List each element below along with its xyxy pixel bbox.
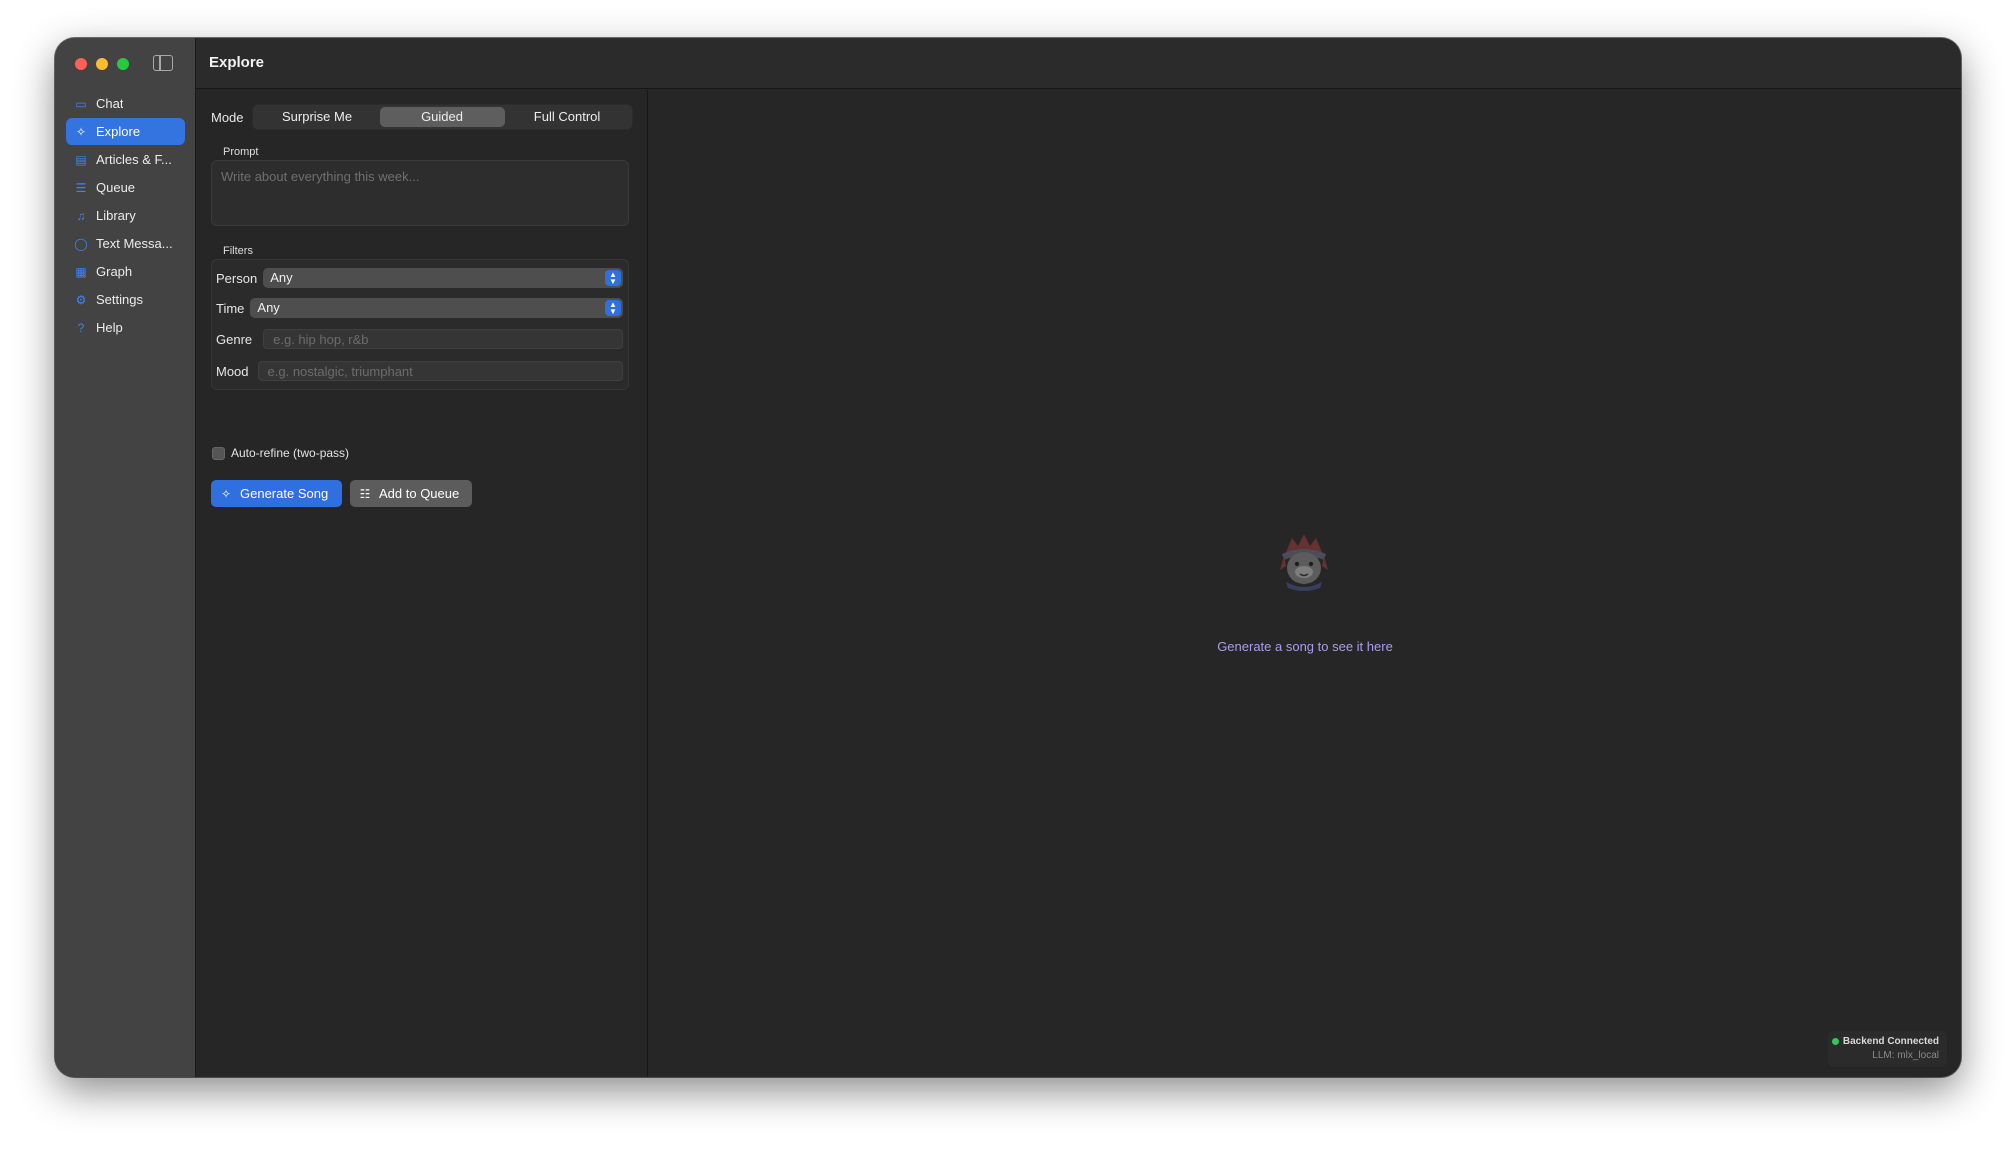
song-detail-area: Generate a song to see it here Backend C… [649,90,1961,1077]
sidebar-item-label: Explore [96,124,141,139]
list-icon: ☰ [75,180,87,195]
sidebar-item-explore[interactable]: ✧ Explore [66,118,185,145]
sidebar-item-label: Help [96,320,123,335]
genre-filter-row: Genre [216,329,623,349]
sidebar-item-label: Settings [96,292,143,307]
mode-segmented-control: Surprise Me Guided Full Control [251,104,633,130]
sidebar-item-label: Graph [96,264,133,279]
time-select-value: Any [257,300,280,315]
title-bar: Explore [196,38,1961,89]
sidebar-item-library[interactable]: ♫ Library [66,202,185,229]
sidebar-item-chat[interactable]: ▭ Chat [66,90,185,117]
mood-field [257,361,623,381]
question-circle-icon: ? [77,320,85,335]
prompt-box [211,160,629,226]
auto-refine-checkbox[interactable] [212,446,225,460]
person-select-value: Any [270,270,293,285]
mascot-illustration-icon [1280,534,1328,591]
mode-option-surprise-me[interactable]: Surprise Me [255,107,380,127]
mode-option-guided[interactable]: Guided [379,107,505,127]
time-label: Time [216,300,245,316]
generate-song-button[interactable]: ✧ Generate Song [211,480,342,507]
sparkles-wand-icon: ✧ [75,124,87,139]
status-dot-icon [1831,1038,1839,1045]
person-filter-row: Person Any ▲ ▼ [216,268,623,288]
sidebar-toggle-icon[interactable] [153,55,173,71]
filters-box: Person Any ▲ ▼ Time Any ▲ ▼ Genre e.g. h… [211,259,629,390]
empty-state-message: Generate a song to see it here [1217,639,1393,654]
music-notes-icon: ♫ [76,208,86,223]
sidebar-item-text-messages[interactable]: ◯ Text Messa... [66,230,185,257]
sidebar-item-label: Queue [96,180,136,195]
sidebar: ▭ Chat ✧ Explore ▤ Articles & F... ☰ Que… [55,38,196,1077]
auto-refine-label: Auto-refine (two-pass) [231,446,350,460]
person-label: Person [216,270,258,286]
sidebar-item-label: Library [96,208,136,223]
filters-section-label: Filters [223,245,253,257]
page-title: Explore [209,54,265,71]
time-select[interactable]: Any ▲ ▼ [250,298,623,318]
mood-input[interactable] [258,362,622,380]
gear-icon: ⚙ [75,292,87,307]
sidebar-item-help[interactable]: ? Help [66,314,185,341]
genre-label: Genre [216,331,253,347]
mood-filter-row: Mood [216,361,623,381]
mode-row: Mode Surprise Me Guided Full Control [211,104,633,130]
sidebar-nav: ▭ Chat ✧ Explore ▤ Articles & F... ☰ Que… [66,90,185,342]
genre-input[interactable] [264,330,622,348]
backend-status-text: Backend Connected [1842,1036,1939,1047]
backend-status: Backend Connected [1828,1036,1939,1047]
list-add-icon: ☷ [359,486,371,501]
sidebar-item-label: Chat [96,96,124,111]
sparkles-wand-icon: ✧ [220,486,232,501]
sidebar-item-settings[interactable]: ⚙ Settings [66,286,185,313]
close-window-button[interactable] [75,58,87,70]
add-to-queue-button[interactable]: ☷ Add to Queue [350,480,472,507]
sidebar-item-articles[interactable]: ▤ Articles & F... [66,146,185,173]
action-buttons: ✧ Generate Song ☷ Add to Queue [211,480,472,507]
message-bubble-icon: ◯ [74,236,88,251]
sidebar-item-queue[interactable]: ☰ Queue [66,174,185,201]
sidebar-item-label: Articles & F... [96,152,172,167]
auto-refine-row: Auto-refine (two-pass) [212,446,349,460]
time-filter-row: Time Any ▲ ▼ [216,298,623,318]
sidebar-item-label: Text Messa... [96,236,173,251]
minimize-window-button[interactable] [96,58,108,70]
sidebar-item-graph[interactable]: ▦ Graph [66,258,185,285]
person-select[interactable]: Any ▲ ▼ [263,268,623,288]
mode-option-full-control[interactable]: Full Control [505,107,630,127]
chevron-up-down-icon: ▲ ▼ [605,270,621,286]
mode-label: Mode [211,109,244,125]
zoom-window-button[interactable] [117,58,129,70]
add-to-queue-label: Add to Queue [379,486,460,501]
llm-status-text: LLM: mlx_local [1872,1050,1939,1061]
prompt-section-label: Prompt [223,146,259,158]
newspaper-icon: ▤ [75,152,87,167]
backend-status-panel: Backend Connected LLM: mlx_local [1828,1031,1947,1067]
app-window: ▭ Chat ✧ Explore ▤ Articles & F... ☰ Que… [55,38,1961,1077]
window-controls [75,58,129,70]
generate-song-label: Generate Song [240,486,329,501]
chevron-up-down-icon: ▲ ▼ [605,300,621,316]
grid-icon: ▦ [75,264,87,279]
genre-field [263,329,623,349]
chat-bubbles-icon: ▭ [75,96,87,111]
prompt-input[interactable] [212,161,628,225]
explore-controls-panel: Mode Surprise Me Guided Full Control Pro… [196,90,648,1077]
mood-label: Mood [216,363,249,379]
